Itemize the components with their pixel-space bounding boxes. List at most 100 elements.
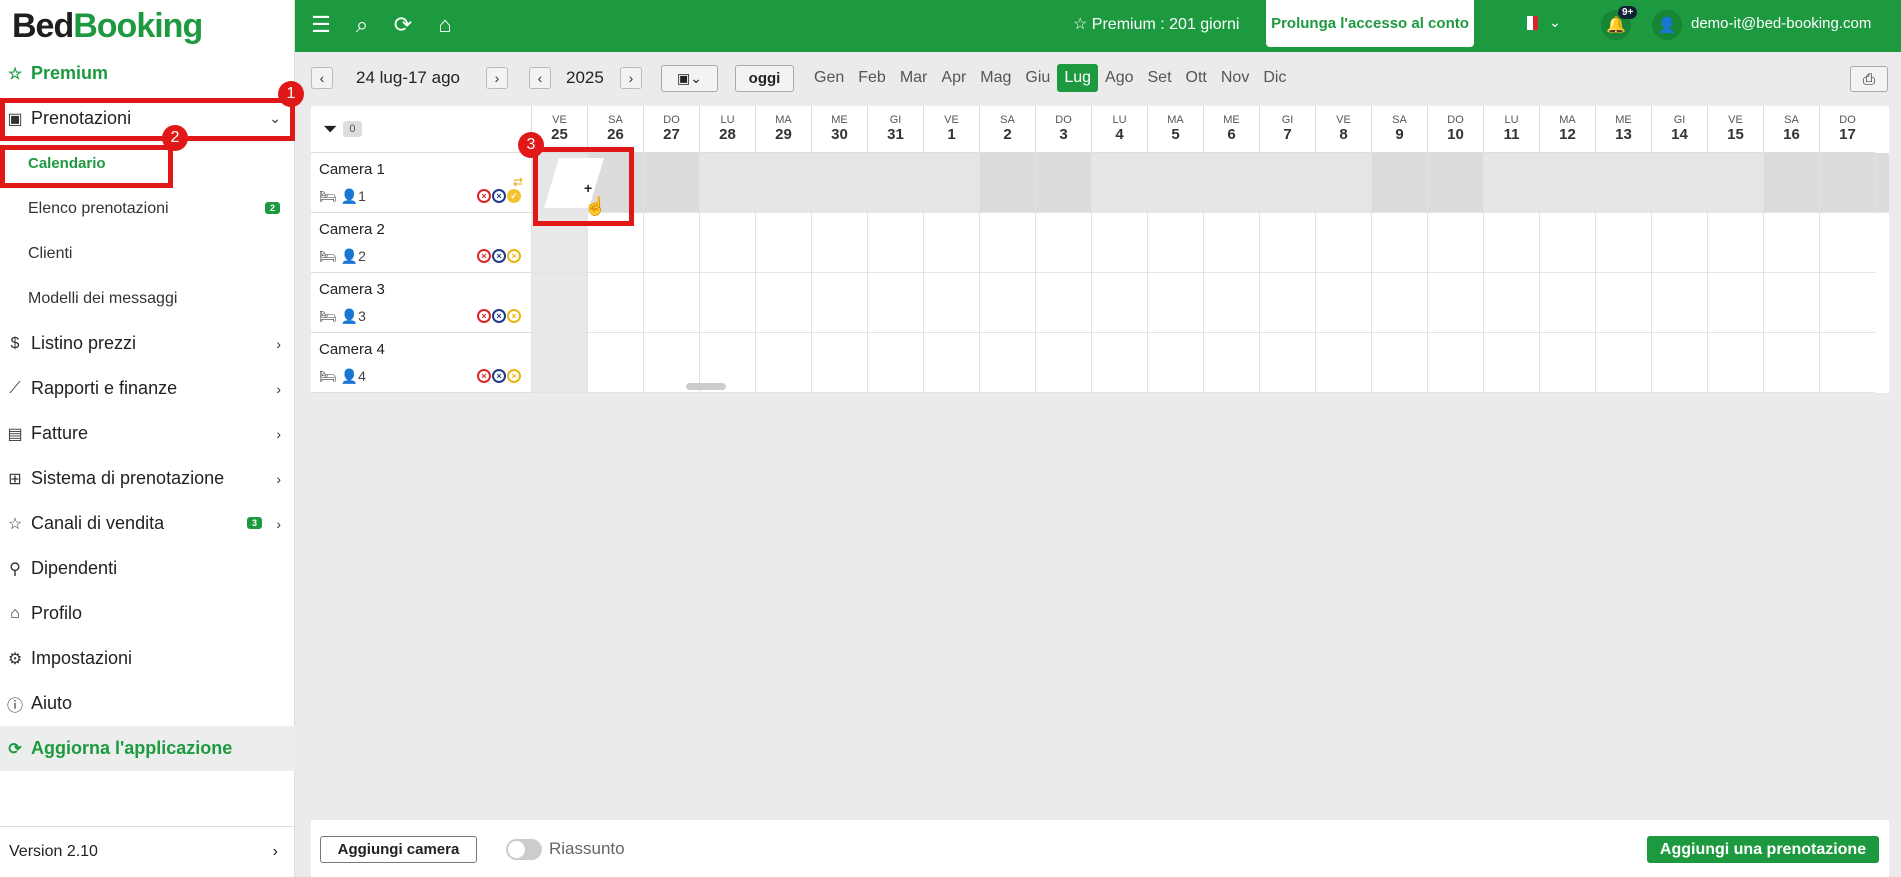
- menu-icon[interactable]: ☰: [307, 12, 335, 38]
- date-picker-button[interactable]: ▣ ⌄: [661, 65, 718, 92]
- calendar-cell[interactable]: [1539, 333, 1595, 393]
- user-email[interactable]: demo-it@bed-booking.com: [1691, 15, 1871, 32]
- calendar-cell[interactable]: [811, 213, 867, 273]
- calendar-cell[interactable]: [1315, 153, 1371, 213]
- search-icon[interactable]: ⌕: [348, 12, 376, 38]
- calendar-cell[interactable]: [643, 273, 699, 333]
- calendar-cell[interactable]: [1707, 273, 1763, 333]
- calendar-cell[interactable]: [1427, 213, 1483, 273]
- room-row-camera-4[interactable]: Camera 4 🛏 👤4 × × ×: [311, 333, 531, 393]
- swap-icon[interactable]: ⇄: [513, 175, 523, 189]
- calendar-cell[interactable]: [1035, 153, 1091, 213]
- sidebar-item-rapporti-finanze[interactable]: ⟋ Rapporti e finanze ›: [0, 366, 295, 411]
- sidebar-subitem-modelli-messaggi[interactable]: Modelli dei messaggi: [28, 276, 177, 321]
- calendar-cell[interactable]: [1203, 213, 1259, 273]
- calendar-cell[interactable]: [699, 153, 755, 213]
- calendar-cell[interactable]: [1651, 273, 1707, 333]
- month-dic[interactable]: Dic: [1256, 64, 1293, 92]
- calendar-cell[interactable]: [979, 273, 1035, 333]
- calendar-cell[interactable]: [1595, 213, 1651, 273]
- add-reservation-button[interactable]: Aggiungi una prenotazione: [1647, 836, 1879, 863]
- calendar-cell[interactable]: [1315, 333, 1371, 393]
- italy-flag-icon[interactable]: [1522, 16, 1538, 30]
- calendar-cell[interactable]: [1595, 153, 1651, 213]
- calendar-cell[interactable]: [1483, 273, 1539, 333]
- calendar-cell[interactable]: [1651, 213, 1707, 273]
- calendar-cell[interactable]: [867, 273, 923, 333]
- premium-status[interactable]: ☆ Premium : 201 giorni: [1073, 14, 1239, 34]
- month-giu[interactable]: Giu: [1018, 64, 1057, 92]
- prev-range-button[interactable]: ‹: [311, 67, 333, 89]
- calendar-cell[interactable]: [755, 273, 811, 333]
- calendar-cell[interactable]: [1315, 213, 1371, 273]
- calendar-cell[interactable]: [699, 273, 755, 333]
- today-button[interactable]: oggi: [735, 65, 794, 92]
- calendar-cell[interactable]: [1371, 213, 1427, 273]
- add-room-button[interactable]: Aggiungi camera: [320, 836, 477, 863]
- month-nov[interactable]: Nov: [1214, 64, 1256, 92]
- month-apr[interactable]: Apr: [934, 64, 973, 92]
- month-lug[interactable]: Lug: [1057, 64, 1099, 92]
- calendar-cell[interactable]: [643, 153, 699, 213]
- calendar-cell[interactable]: [1259, 273, 1315, 333]
- calendar-cell[interactable]: [1819, 213, 1875, 273]
- calendar-cell[interactable]: [1483, 153, 1539, 213]
- calendar-cell[interactable]: [755, 153, 811, 213]
- bedbooking-logo[interactable]: Bed Booking: [0, 0, 294, 52]
- room-row-camera-1[interactable]: Camera 1 🛏 👤1 ⇄ × × ✓: [311, 153, 531, 213]
- home-icon[interactable]: ⌂: [431, 12, 459, 38]
- calendar-cell[interactable]: [643, 213, 699, 273]
- month-feb[interactable]: Feb: [851, 64, 893, 92]
- calendar-cell[interactable]: [1427, 333, 1483, 393]
- calendar-cell[interactable]: [1539, 153, 1595, 213]
- calendar-cell[interactable]: [1819, 273, 1875, 333]
- summary-toggle[interactable]: [506, 839, 542, 860]
- calendar-cell[interactable]: [1707, 153, 1763, 213]
- month-mar[interactable]: Mar: [893, 64, 935, 92]
- calendar-cell[interactable]: [1147, 213, 1203, 273]
- calendar-cell[interactable]: [531, 273, 587, 333]
- sidebar-item-aggiorna[interactable]: ⟳ Aggiorna l'applicazione: [0, 726, 295, 771]
- calendar-cell[interactable]: [1035, 213, 1091, 273]
- calendar-cell[interactable]: [811, 333, 867, 393]
- sidebar-subitem-elenco-prenotazioni[interactable]: Elenco prenotazioni: [28, 186, 169, 231]
- calendar-cell[interactable]: [811, 273, 867, 333]
- calendar-cell[interactable]: [755, 213, 811, 273]
- month-set[interactable]: Set: [1141, 64, 1179, 92]
- calendar-cell[interactable]: [1427, 273, 1483, 333]
- calendar-cell[interactable]: [1203, 333, 1259, 393]
- sidebar-item-premium[interactable]: ☆ Premium: [0, 51, 295, 96]
- calendar-cell[interactable]: [1371, 333, 1427, 393]
- user-icon[interactable]: 👤: [1652, 10, 1682, 40]
- calendar-cell[interactable]: [1259, 213, 1315, 273]
- calendar-cell[interactable]: [587, 273, 643, 333]
- calendar-cell[interactable]: [1651, 333, 1707, 393]
- calendar-cell[interactable]: [923, 213, 979, 273]
- calendar-cell[interactable]: [1091, 153, 1147, 213]
- calendar-cell[interactable]: [811, 153, 867, 213]
- calendar-cell[interactable]: [979, 153, 1035, 213]
- chevron-down-icon[interactable]: ⌄: [1549, 14, 1561, 31]
- calendar-cell[interactable]: [1483, 333, 1539, 393]
- calendar-cell[interactable]: [699, 213, 755, 273]
- calendar-cell[interactable]: [1259, 333, 1315, 393]
- calendar-cell[interactable]: [923, 153, 979, 213]
- print-button[interactable]: ⎙: [1850, 66, 1888, 92]
- calendar-cell[interactable]: [1203, 153, 1259, 213]
- version-bar[interactable]: Version 2.10 ›: [0, 826, 295, 877]
- calendar-cell[interactable]: [1483, 213, 1539, 273]
- calendar-cell[interactable]: [1819, 333, 1875, 393]
- calendar-cell[interactable]: [1147, 153, 1203, 213]
- extend-account-button[interactable]: Prolunga l'accesso al conto: [1266, 0, 1474, 47]
- calendar-cell[interactable]: [867, 333, 923, 393]
- next-year-button[interactable]: ›: [620, 67, 642, 89]
- calendar-cell[interactable]: [1819, 153, 1875, 213]
- calendar-cell[interactable]: [1539, 213, 1595, 273]
- calendar-cell[interactable]: [1091, 273, 1147, 333]
- calendar-cell[interactable]: [1371, 153, 1427, 213]
- calendar-cell[interactable]: [1091, 213, 1147, 273]
- month-gen[interactable]: Gen: [807, 64, 851, 92]
- sidebar-item-fatture[interactable]: ▤ Fatture ›: [0, 411, 295, 456]
- calendar-cell[interactable]: [1763, 333, 1819, 393]
- sidebar-item-impostazioni[interactable]: ⚙ Impostazioni: [0, 636, 295, 681]
